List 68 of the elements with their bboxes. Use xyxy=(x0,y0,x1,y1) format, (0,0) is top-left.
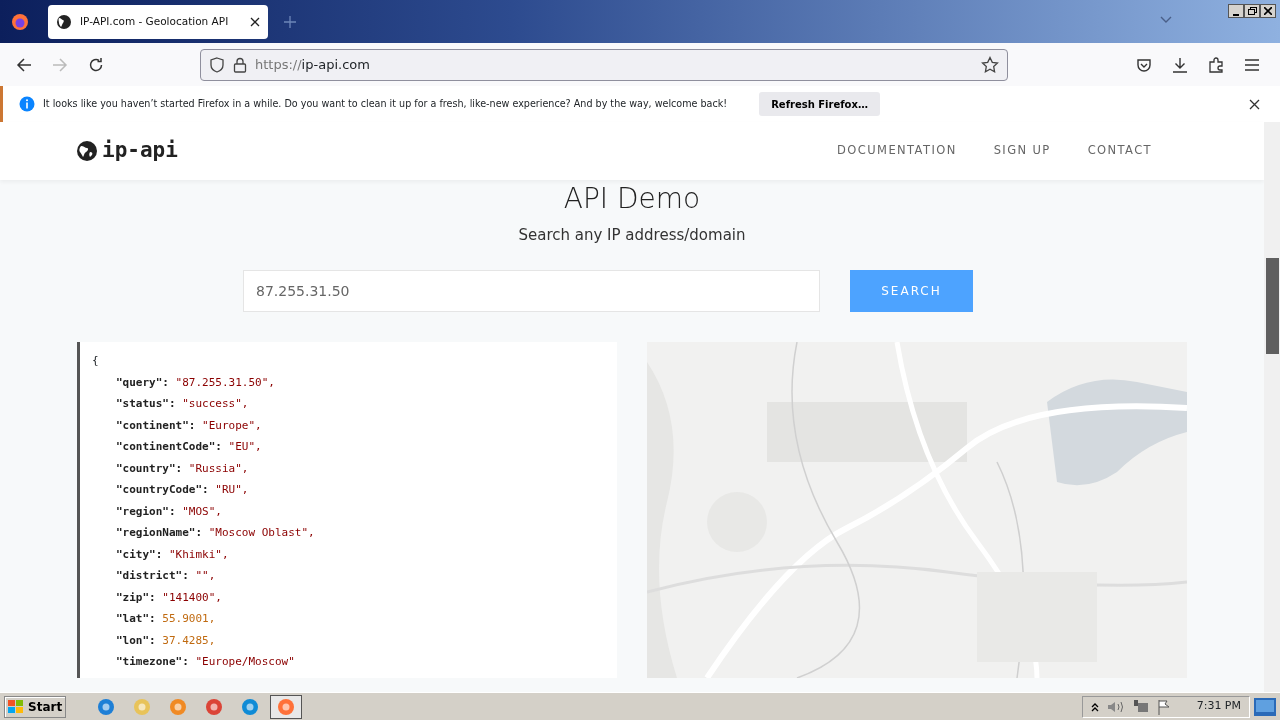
back-arrow-icon xyxy=(16,57,32,73)
globe-icon xyxy=(76,140,98,162)
menu-icon xyxy=(1244,58,1260,72)
app-icon xyxy=(205,697,224,716)
star-icon[interactable] xyxy=(981,55,999,74)
nav-link[interactable]: DOCUMENTATION xyxy=(837,142,957,160)
app-icon xyxy=(97,697,116,716)
close-icon[interactable] xyxy=(1249,98,1260,110)
code-line: "country": "Russia", xyxy=(115,460,250,477)
app-icon xyxy=(241,697,260,716)
close-button[interactable] xyxy=(1260,4,1276,18)
clock-time[interactable]: 7:31 PM xyxy=(1196,698,1241,715)
logo-text[interactable]: ip-api xyxy=(102,135,178,167)
app-icon xyxy=(169,697,188,716)
code-line: "lat": 55.9001, xyxy=(115,611,217,628)
show-desktop-icon[interactable] xyxy=(1254,697,1276,716)
code-line: "status": "success", xyxy=(115,396,250,413)
globe-icon xyxy=(56,14,72,30)
code-line: "district": "", xyxy=(115,568,217,585)
close-icon[interactable] xyxy=(250,17,260,27)
code-line: "region": "MOS", xyxy=(115,503,223,520)
address-bar[interactable]: https://ip-api.com xyxy=(200,48,1008,81)
code-line: "continent": "Europe", xyxy=(115,417,263,434)
start-button[interactable]: Start xyxy=(4,695,67,718)
app-icon xyxy=(133,697,152,716)
scrollbar-thumb[interactable] xyxy=(1266,258,1279,354)
info-icon xyxy=(19,96,35,112)
code-line: "countryCode": "RU", xyxy=(115,482,250,499)
restore-button[interactable] xyxy=(1244,4,1260,18)
code-line: { xyxy=(92,353,100,370)
chevron-down-icon[interactable] xyxy=(1160,16,1172,24)
network-icon[interactable] xyxy=(1132,698,1149,715)
code-line: "lon": 37.4285, xyxy=(115,632,217,649)
minimize-button[interactable] xyxy=(1228,4,1244,18)
scrollbar[interactable] xyxy=(1264,122,1280,692)
refresh-firefox-button[interactable]: Refresh Firefox… xyxy=(759,92,880,116)
browser-tab[interactable]: IP-API.com - Geolocation API xyxy=(48,5,268,39)
new-tab-icon[interactable] xyxy=(284,16,296,28)
firefox-icon[interactable] xyxy=(11,12,29,31)
code-line: "query": "87.255.31.50", xyxy=(115,374,276,391)
windows-logo-icon xyxy=(8,699,24,714)
tab-title: IP-API.com - Geolocation API xyxy=(80,14,230,30)
page-subtitle: Search any IP address/domain xyxy=(518,224,746,246)
restore-icon xyxy=(1247,7,1257,15)
minimize-icon xyxy=(1233,14,1239,17)
pocket-icon xyxy=(1136,57,1152,73)
speaker-icon[interactable] xyxy=(1106,699,1125,714)
code-line: "city": "Khimki", xyxy=(115,546,230,563)
page-title: API Demo xyxy=(563,182,701,216)
code-line: "timezone": "Europe/Moscow" xyxy=(115,654,296,671)
app-icon xyxy=(277,697,296,716)
taskbar-app-button[interactable] xyxy=(270,694,303,719)
nav-link[interactable]: SIGN UP xyxy=(993,142,1051,160)
notification-message: It looks like you haven’t started Firefox in a while. Do you want to clean it up for a fresh, like-new experience? And by the way, welcome back! xyxy=(43,96,728,111)
code-line: "continentCode": "EU", xyxy=(115,439,263,456)
nav-link[interactable]: CONTACT xyxy=(1087,142,1152,160)
ip-search-field[interactable]: 87.255.31.50 xyxy=(243,270,820,313)
url-text: https://ip-api.com xyxy=(255,55,370,74)
download-icon xyxy=(1172,57,1188,73)
forward-arrow-icon xyxy=(52,57,68,73)
puzzle-icon xyxy=(1208,57,1224,73)
close-icon xyxy=(1264,7,1272,15)
code-line: "regionName": "Moscow Oblast", xyxy=(115,525,316,542)
reload-icon xyxy=(88,57,104,73)
code-line: "zip": "141400", xyxy=(115,589,223,606)
shield-icon[interactable] xyxy=(209,56,225,73)
lock-icon xyxy=(233,56,247,73)
chevron-up-icon[interactable] xyxy=(1090,701,1099,712)
